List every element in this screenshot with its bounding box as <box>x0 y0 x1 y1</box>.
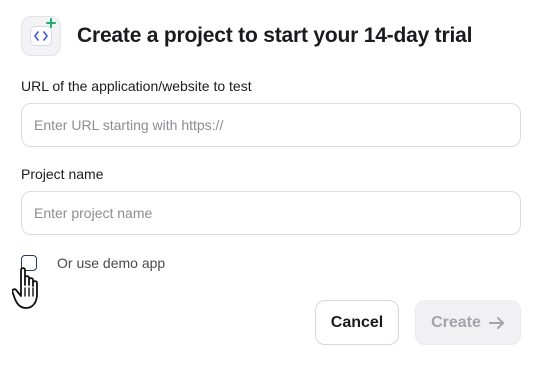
url-input[interactable] <box>21 103 521 147</box>
plus-icon <box>46 18 56 28</box>
arrow-right-icon <box>488 316 504 329</box>
create-button[interactable]: Create <box>415 300 521 345</box>
code-brackets-icon <box>30 26 52 46</box>
create-button-label: Create <box>431 313 481 331</box>
cancel-button-label: Cancel <box>330 313 384 331</box>
demo-app-label[interactable]: Or use demo app <box>57 255 165 271</box>
project-name-input[interactable] <box>21 191 521 235</box>
dialog-header: Create a project to start your 14-day tr… <box>21 16 472 56</box>
url-label: URL of the application/website to test <box>21 78 252 94</box>
hand-pointer-cursor-icon <box>12 267 38 309</box>
project-name-label: Project name <box>21 166 104 182</box>
dialog-title: Create a project to start your 14-day tr… <box>77 24 473 47</box>
cancel-button[interactable]: Cancel <box>315 300 399 345</box>
project-logo <box>21 16 61 56</box>
